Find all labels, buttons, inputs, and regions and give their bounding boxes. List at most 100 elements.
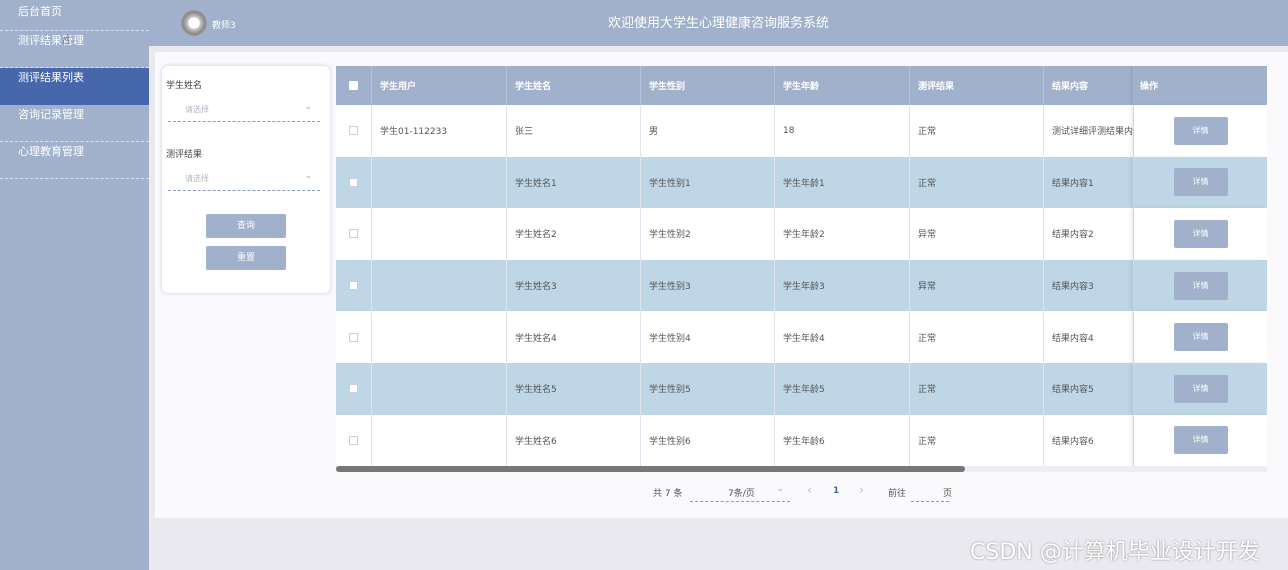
row-checkbox-cell (336, 105, 372, 157)
page-size-value: 7条/页 (728, 489, 755, 499)
sidebar-item-assessment-list[interactable]: 测评结果列表 (0, 68, 149, 105)
action-cell: 详情 (1134, 311, 1267, 363)
row-checkbox-cell (336, 208, 372, 260)
horizontal-scrollbar-thumb[interactable] (336, 466, 965, 472)
result-select[interactable]: 请选择 ⌄ (168, 169, 320, 191)
cell-user (372, 156, 507, 209)
cell-age: 学生年龄4 (775, 311, 910, 363)
row-checkbox-cell (336, 259, 372, 312)
reset-button[interactable]: 重置 (206, 246, 286, 270)
cell-gender: 学生性别5 (641, 363, 775, 415)
detail-button[interactable]: 详情 (1173, 374, 1228, 403)
table-row[interactable]: 学生姓名5 学生性别5 学生年龄5 正常 结果内容5 详情 (336, 363, 1267, 415)
cell-gender: 男 (641, 105, 775, 157)
cell-gender: 学生性别1 (641, 156, 775, 209)
cell-result: 正常 (910, 105, 1044, 157)
table-row[interactable]: 学生姓名1 学生性别1 学生年龄1 正常 结果内容1 详情 (336, 156, 1267, 209)
row-checkbox[interactable] (349, 229, 358, 239)
row-checkbox[interactable] (349, 435, 358, 445)
detail-button[interactable]: 详情 (1173, 168, 1228, 197)
cell-user (372, 208, 507, 260)
cell-content: 结果内容6 (1044, 414, 1134, 467)
cell-name: 学生姓名1 (507, 156, 641, 209)
col-header-name[interactable]: 学生姓名 (507, 66, 641, 105)
result-label: 测评结果 (166, 150, 203, 160)
table-row[interactable]: 学生姓名6 学生性别6 学生年龄6 正常 结果内容6 详情 (336, 414, 1267, 467)
table-row[interactable]: 学生姓名2 学生性别2 学生年龄2 异常 结果内容2 详情 (336, 208, 1267, 260)
student-name-select[interactable]: 请选择 ⌄ (168, 100, 320, 122)
detail-button[interactable]: 详情 (1173, 323, 1228, 352)
row-checkbox[interactable] (349, 177, 358, 187)
filter-panel: 学生姓名 请选择 ⌄ 测评结果 请选择 ⌄ 查询 重置 (162, 66, 330, 293)
result-placeholder: 请选择 (185, 174, 209, 183)
row-checkbox-cell (336, 156, 372, 209)
chevron-down-icon: ⌄ (776, 484, 784, 494)
col-header-content[interactable]: 结果内容 (1044, 66, 1134, 105)
row-checkbox-cell (336, 311, 372, 363)
cell-gender: 学生性别6 (641, 414, 775, 467)
cell-name: 学生姓名3 (507, 259, 641, 312)
goto-label: 前往 (888, 489, 907, 499)
table-row[interactable]: 学生姓名4 学生性别4 学生年龄4 正常 结果内容4 详情 (336, 311, 1267, 363)
sidebar: 后台首页 测评结果管理 ☝ 测评结果列表 咨询记录管理 心理教育管理 (0, 0, 149, 570)
detail-button[interactable]: 详情 (1173, 426, 1228, 455)
cell-name: 学生姓名5 (507, 363, 641, 415)
cell-result: 异常 (910, 208, 1044, 260)
action-cell: 详情 (1134, 414, 1267, 467)
cell-content: 结果内容1 (1044, 156, 1134, 209)
student-name-label: 学生姓名 (166, 81, 203, 91)
col-header-result[interactable]: 测评结果 (910, 66, 1044, 105)
cell-gender: 学生性别3 (641, 259, 775, 312)
col-header-action: 操作 (1134, 66, 1267, 105)
chevron-down-icon: ⌄ (304, 102, 312, 112)
cell-result: 正常 (910, 311, 1044, 363)
next-page-button[interactable]: › (859, 483, 864, 497)
cell-name: 张三 (507, 105, 641, 157)
main-content: 学生姓名 请选择 ⌄ 测评结果 请选择 ⌄ 查询 重置 学生用户 学生姓名 学生… (155, 52, 1288, 518)
col-header-age[interactable]: 学生年龄 (775, 66, 910, 105)
row-checkbox[interactable] (349, 332, 358, 342)
chevron-down-icon: ⌄ (304, 171, 312, 181)
row-checkbox[interactable] (349, 384, 358, 394)
action-cell: 详情 (1134, 208, 1267, 260)
action-cell: 详情 (1134, 259, 1267, 312)
cell-result: 异常 (910, 259, 1044, 312)
select-all-checkbox[interactable] (349, 81, 358, 90)
col-header-user[interactable]: 学生用户 (372, 66, 507, 105)
app-title: 欢迎使用大学生心理健康咨询服务系统 (607, 16, 829, 31)
col-header-gender[interactable]: 学生性别 (641, 66, 775, 105)
cell-content: 结果内容2 (1044, 208, 1134, 260)
row-checkbox[interactable] (349, 126, 358, 136)
sidebar-item-home[interactable]: 后台首页 (0, 0, 149, 31)
cell-user (372, 414, 507, 467)
detail-button[interactable]: 详情 (1173, 116, 1228, 145)
cell-age: 学生年龄2 (775, 208, 910, 260)
row-checkbox-cell (336, 363, 372, 415)
cell-age: 18 (775, 105, 910, 157)
current-page[interactable]: 1 (833, 486, 839, 496)
select-all-cell (336, 66, 372, 105)
cell-result: 正常 (910, 156, 1044, 209)
prev-page-button[interactable]: ‹ (807, 483, 812, 497)
sidebar-item-assessment-management[interactable]: 测评结果管理 ☝ (0, 31, 149, 68)
cell-result: 正常 (910, 414, 1044, 467)
page-size-select[interactable]: 7条/页 ⌄ (690, 482, 790, 502)
page-suffix: 页 (943, 489, 953, 499)
detail-button[interactable]: 详情 (1173, 271, 1228, 300)
table-row[interactable]: 学生姓名3 学生性别3 学生年龄3 异常 结果内容3 详情 (336, 259, 1267, 312)
row-checkbox-cell (336, 414, 372, 467)
query-button[interactable]: 查询 (206, 214, 286, 238)
sidebar-item-consultation-records[interactable]: 咨询记录管理 (0, 105, 149, 142)
cell-content: 结果内容4 (1044, 311, 1134, 363)
detail-button[interactable]: 详情 (1173, 219, 1228, 248)
sidebar-item-psych-education[interactable]: 心理教育管理 (0, 142, 149, 179)
cell-user: 学生01-112233 (372, 105, 507, 157)
action-cell: 详情 (1134, 156, 1267, 209)
row-checkbox[interactable] (349, 281, 358, 291)
table-row[interactable]: 学生01-112233 张三男 18 正常 测试详细评测结果内 详情 (336, 105, 1267, 157)
cell-content: 结果内容3 (1044, 259, 1134, 312)
top-header: 教师3 欢迎使用大学生心理健康咨询服务系统 (149, 0, 1288, 46)
cell-age: 学生年龄3 (775, 259, 910, 312)
pagination-total: 共 7 条 (653, 489, 683, 499)
action-cell: 详情 (1134, 363, 1267, 415)
